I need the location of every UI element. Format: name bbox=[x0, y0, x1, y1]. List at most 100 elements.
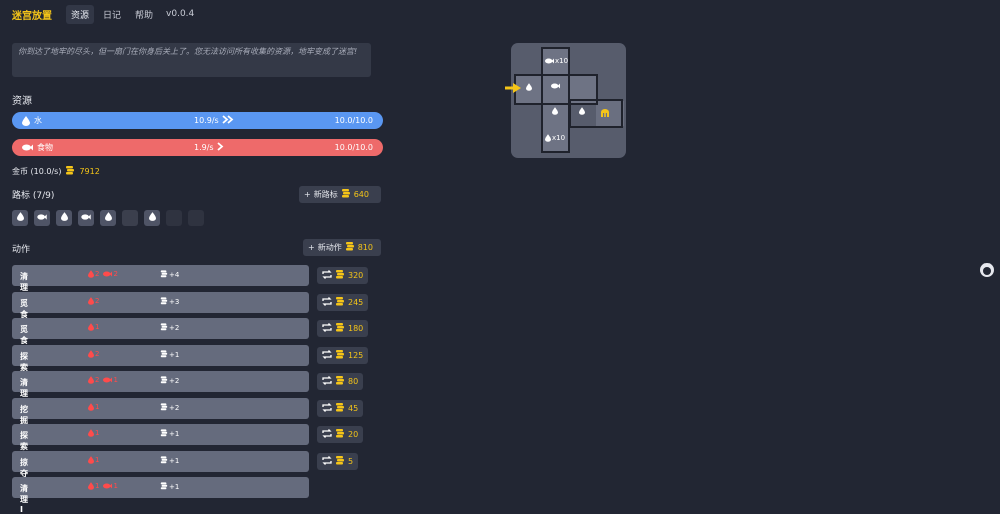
gain-value: +1 bbox=[169, 430, 180, 438]
coin-stack-icon bbox=[335, 270, 345, 281]
food-label: 食物 bbox=[37, 143, 53, 152]
gain-value: +2 bbox=[169, 403, 180, 412]
water-drop-icon bbox=[60, 212, 68, 224]
coin-stack-icon bbox=[335, 323, 345, 334]
action-gain: +1 bbox=[160, 455, 179, 466]
action-upgrade-button[interactable]: 20 bbox=[317, 426, 364, 443]
repeat-icon bbox=[322, 270, 332, 281]
action-upgrade-button[interactable]: 125 bbox=[317, 346, 369, 364]
marker-slot[interactable] bbox=[144, 210, 160, 226]
gold-label: 金币 (10.0/s) bbox=[12, 167, 62, 176]
water-amount: 10.0/10.0 bbox=[334, 116, 373, 125]
main-nav: 资源 日记 帮助 v0.0.4 bbox=[66, 4, 194, 24]
water-rate-value: 10.9/s bbox=[194, 116, 219, 125]
water-cost: 1 bbox=[88, 429, 99, 437]
action-costs: 1 bbox=[88, 403, 99, 411]
upgrade-cost: 5 bbox=[348, 456, 354, 466]
marker-slot[interactable] bbox=[34, 210, 50, 226]
upgrade-cost: 45 bbox=[348, 403, 359, 413]
coin-stack-icon bbox=[335, 402, 345, 414]
plus-icon: + bbox=[308, 243, 315, 252]
water-drop-icon bbox=[22, 115, 30, 126]
upgrade-cost: 320 bbox=[348, 271, 364, 280]
action-gain: +2 bbox=[160, 376, 179, 386]
repeat-icon bbox=[322, 296, 332, 308]
coin-stack-icon bbox=[160, 376, 168, 386]
resources-heading: 资源 bbox=[12, 96, 32, 107]
upgrade-cost: 180 bbox=[348, 324, 364, 333]
new-action-button[interactable]: + 新动作 810 bbox=[303, 239, 381, 256]
upgrade-cost: 125 bbox=[348, 350, 364, 360]
map-water-marker bbox=[526, 83, 532, 91]
coin-stack-icon bbox=[65, 166, 75, 177]
maze-map: x10 x10 bbox=[511, 43, 626, 158]
map-fish-count: x10 bbox=[545, 57, 568, 65]
marker-slot[interactable] bbox=[12, 210, 28, 226]
water-drop-icon bbox=[104, 212, 112, 224]
action-costs: 11 bbox=[88, 482, 118, 490]
cost-value: 1 bbox=[95, 482, 100, 490]
repeat-icon bbox=[322, 323, 332, 334]
cost-value: 2 bbox=[95, 376, 100, 384]
action-costs: 1 bbox=[88, 429, 99, 437]
fish-cost: 1 bbox=[103, 376, 118, 384]
upgrade-cost: 20 bbox=[348, 430, 359, 439]
gold-line: 金币 (10.0/s) 7912 bbox=[12, 166, 100, 177]
map-fish-count-label: x10 bbox=[555, 57, 569, 65]
coin-stack-icon bbox=[160, 296, 168, 307]
gain-value: +4 bbox=[169, 271, 180, 279]
new-marker-button[interactable]: + 新路标 640 bbox=[299, 186, 381, 203]
marker-slot[interactable] bbox=[166, 210, 182, 226]
action-gain: +1 bbox=[160, 429, 179, 439]
action-gain: +1 bbox=[160, 482, 179, 492]
github-cat-icon[interactable] bbox=[978, 261, 996, 279]
water-bar: 水 10.9/s 10.0/10.0 bbox=[12, 112, 383, 129]
water-cost: 2 bbox=[88, 297, 99, 305]
cost-value: 2 bbox=[95, 270, 100, 278]
tab-diary[interactable]: 日记 bbox=[98, 5, 126, 24]
cost-value: 1 bbox=[95, 455, 100, 464]
water-cost: 1 bbox=[88, 482, 99, 490]
repeat-icon bbox=[322, 376, 332, 387]
player-arrow-icon bbox=[505, 83, 521, 96]
cost-value: 2 bbox=[95, 296, 100, 305]
action-upgrade-button[interactable]: 180 bbox=[317, 320, 369, 337]
action-costs: 2 bbox=[88, 297, 99, 305]
marker-slot[interactable] bbox=[100, 210, 116, 226]
tab-help[interactable]: 帮助 bbox=[130, 5, 158, 24]
gain-value: +2 bbox=[169, 377, 180, 385]
marker-slot[interactable] bbox=[188, 210, 204, 226]
tab-resources[interactable]: 资源 bbox=[66, 4, 95, 24]
double-chevron-right-icon bbox=[222, 115, 234, 126]
coin-stack-icon bbox=[160, 270, 168, 280]
marker-slot[interactable] bbox=[78, 210, 94, 226]
action-name: 清理 I bbox=[20, 484, 28, 514]
cost-value: 1 bbox=[95, 402, 100, 411]
exit-door-icon bbox=[601, 109, 609, 117]
action-upgrade-button[interactable]: 45 bbox=[317, 399, 364, 417]
water-cost: 1 bbox=[88, 456, 99, 464]
action-upgrade-button[interactable]: 80 bbox=[317, 373, 364, 390]
cost-value: 2 bbox=[95, 349, 100, 358]
action-gain: +3 bbox=[160, 296, 179, 307]
action-upgrade-button[interactable]: 245 bbox=[317, 293, 369, 311]
food-amount: 10.0/10.0 bbox=[334, 143, 373, 152]
action-upgrade-button[interactable]: 5 bbox=[317, 452, 359, 470]
map-water-count: x10 bbox=[545, 134, 565, 142]
gold-value: 7912 bbox=[79, 167, 100, 176]
marker-slot[interactable] bbox=[56, 210, 72, 226]
coin-stack-icon bbox=[335, 296, 345, 308]
cost-value: 1 bbox=[113, 482, 118, 490]
gain-value: +1 bbox=[169, 350, 180, 359]
water-drop-icon bbox=[16, 212, 24, 224]
food-bar: 食物 1.9/s 10.0/10.0 bbox=[12, 139, 383, 156]
map-water-marker bbox=[552, 107, 558, 115]
action-upgrade-button[interactable]: 320 bbox=[317, 267, 369, 284]
coin-stack-icon bbox=[160, 402, 168, 413]
marker-slot[interactable] bbox=[122, 210, 138, 226]
cost-value: 1 bbox=[95, 429, 100, 437]
action-gain: +2 bbox=[160, 402, 180, 413]
app-title: 迷宫放置 bbox=[12, 10, 52, 22]
cost-value: 1 bbox=[95, 323, 100, 331]
repeat-icon bbox=[322, 349, 332, 361]
